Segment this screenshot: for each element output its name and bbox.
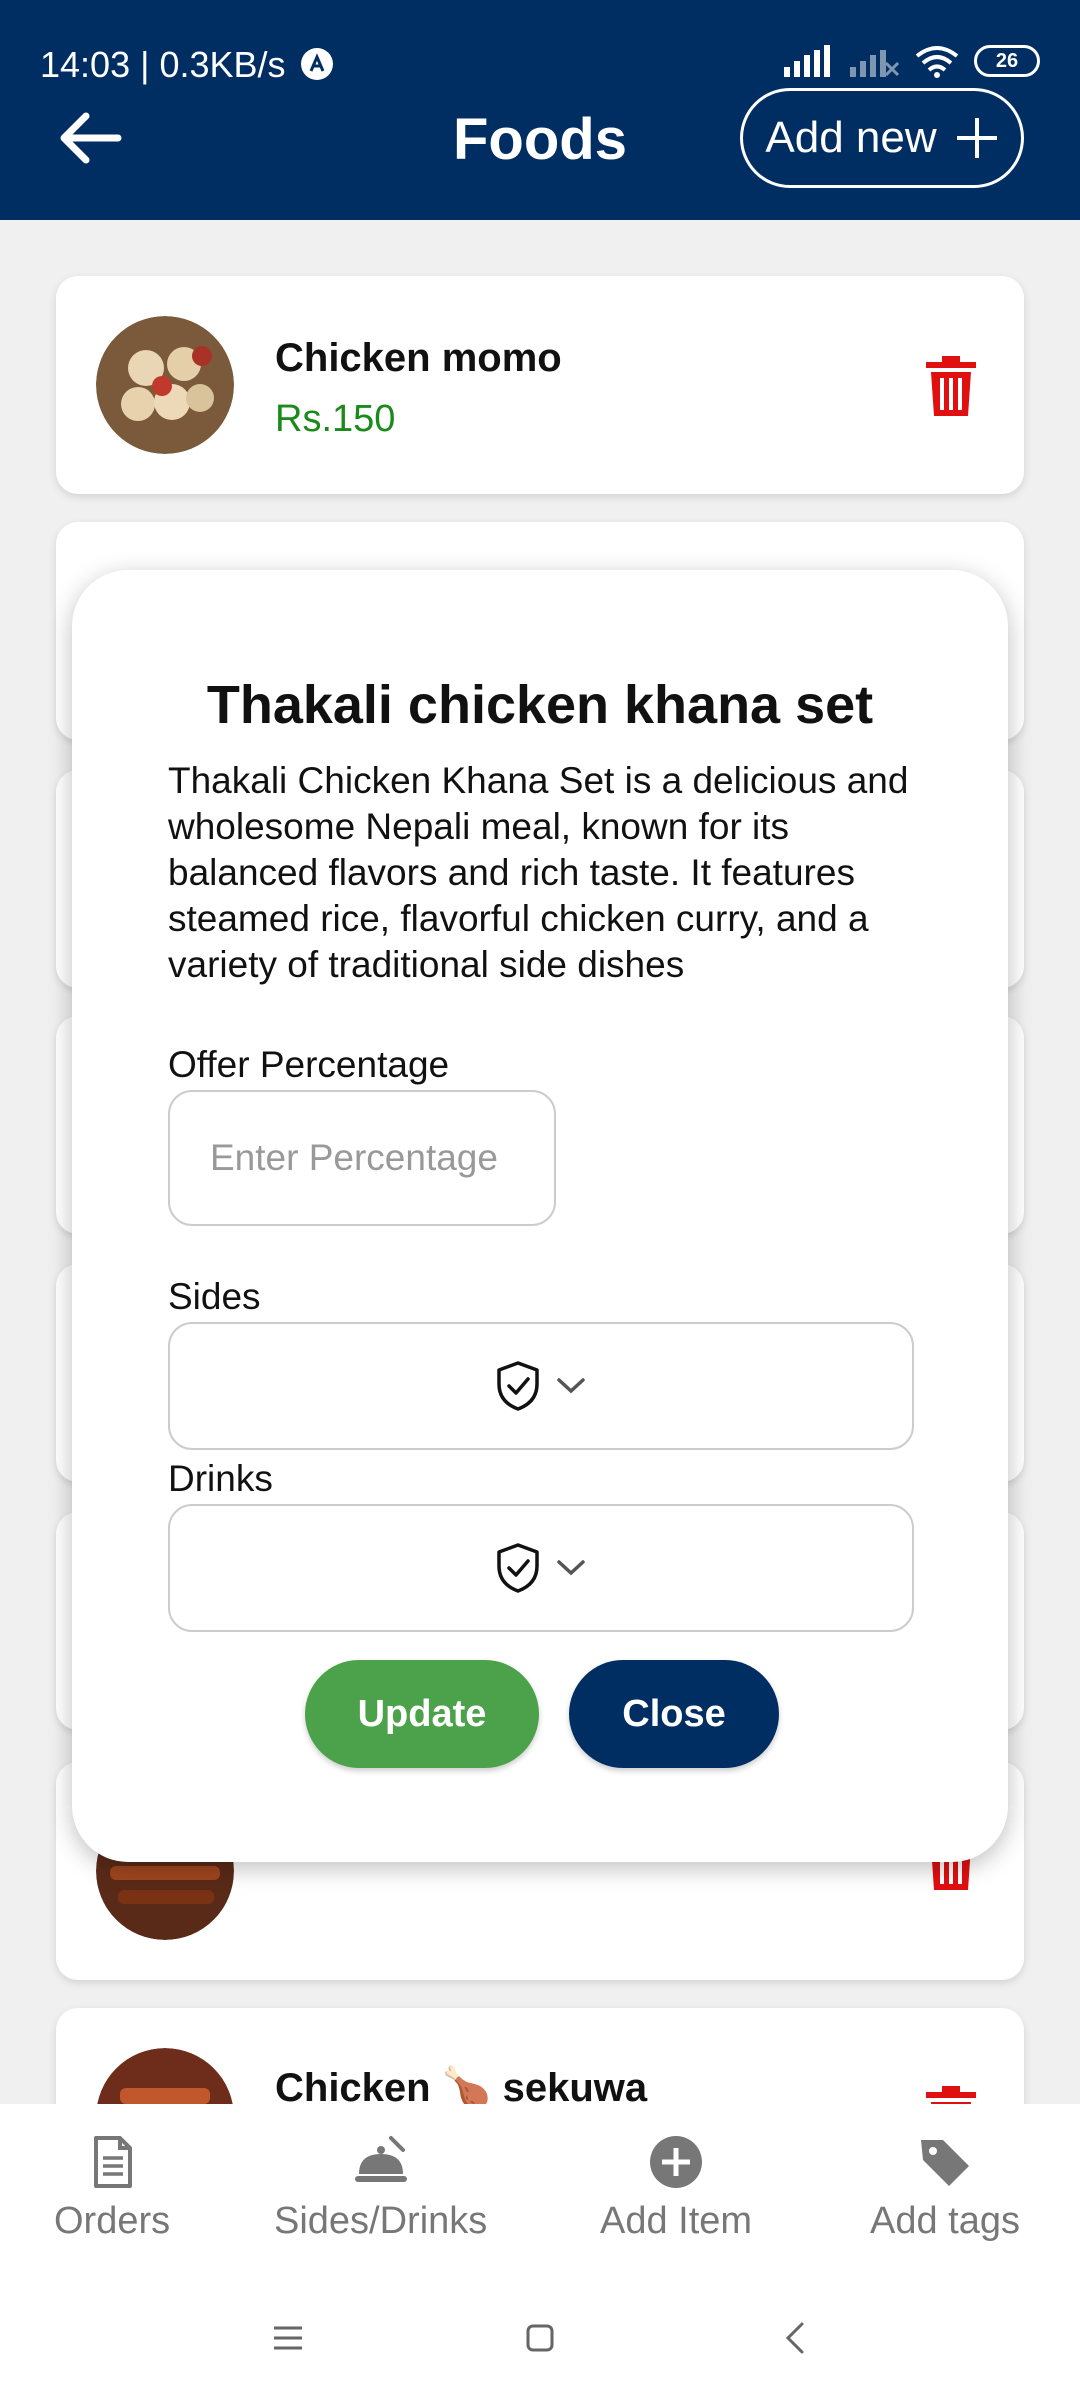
app-header: 14:03 | 0.3KB/s 26 Foods Add new [0, 0, 1080, 220]
offer-percentage-input[interactable] [168, 1090, 556, 1226]
nav-add-tags[interactable]: Add tags [870, 2134, 1020, 2243]
nav-sides-drinks-label: Sides/Drinks [274, 2200, 488, 2242]
nav-orders-label: Orders [54, 2200, 171, 2242]
add-new-button[interactable]: Add new [740, 88, 1024, 188]
nav-sides-drinks[interactable]: Sides/Drinks [274, 2134, 487, 2243]
bottom-navigation: Orders Sides/Drinks Add Item Add tags [0, 2104, 1080, 2284]
sides-label: Sides [168, 1276, 261, 1317]
status-indicators: 26 [782, 44, 1040, 78]
close-button[interactable]: Close [569, 1660, 779, 1768]
drinks-label: Drinks [168, 1458, 273, 1499]
plus-icon [956, 118, 997, 158]
battery-indicator: 26 [974, 45, 1040, 77]
trash-icon[interactable] [924, 356, 978, 418]
nav-orders[interactable]: Orders [54, 2134, 170, 2243]
add-new-label: Add new [765, 113, 937, 162]
shield-check-icon [497, 1361, 539, 1411]
modal-title: Thakali chicken khana set [206, 675, 874, 735]
system-navigation-bar [0, 2284, 1080, 2400]
nav-add-item-label: Add Item [600, 2200, 753, 2242]
chevron-down-icon [557, 1560, 585, 1576]
app-notification-icon [300, 48, 333, 80]
nav-add-item[interactable]: Add Item [600, 2134, 752, 2243]
chevron-down-icon [557, 1378, 585, 1394]
document-icon [94, 2136, 133, 2188]
back-icon[interactable] [776, 2318, 816, 2358]
update-button[interactable]: Update [305, 1660, 539, 1768]
tag-icon [921, 2140, 969, 2186]
signal-weak-icon [850, 50, 900, 77]
food-tray-icon [354, 2136, 407, 2182]
food-name: Chicken momo [275, 336, 562, 380]
wifi-icon [915, 46, 959, 78]
nav-add-tags-label: Add tags [870, 2200, 1020, 2242]
plus-circle-icon [650, 2136, 703, 2188]
home-icon[interactable] [520, 2318, 560, 2358]
food-image [96, 316, 234, 454]
sides-dropdown[interactable] [168, 1322, 914, 1450]
food-card[interactable]: Chicken momo Rs.150 [56, 276, 1024, 494]
status-time: 14:03 | 0.3KB/s [40, 44, 334, 86]
menu-icon[interactable] [268, 2318, 308, 2358]
drinks-dropdown[interactable] [168, 1504, 914, 1632]
food-detail-modal: Thakali chicken khana set Thakali Chicke… [72, 570, 1008, 1862]
signal-icon [784, 45, 830, 77]
food-price: Rs.150 [275, 398, 396, 440]
offer-percentage-label: Offer Percentage [168, 1044, 450, 1085]
shield-check-icon [497, 1543, 539, 1593]
modal-description: Thakali Chicken Khana Set is a delicious… [168, 760, 909, 985]
